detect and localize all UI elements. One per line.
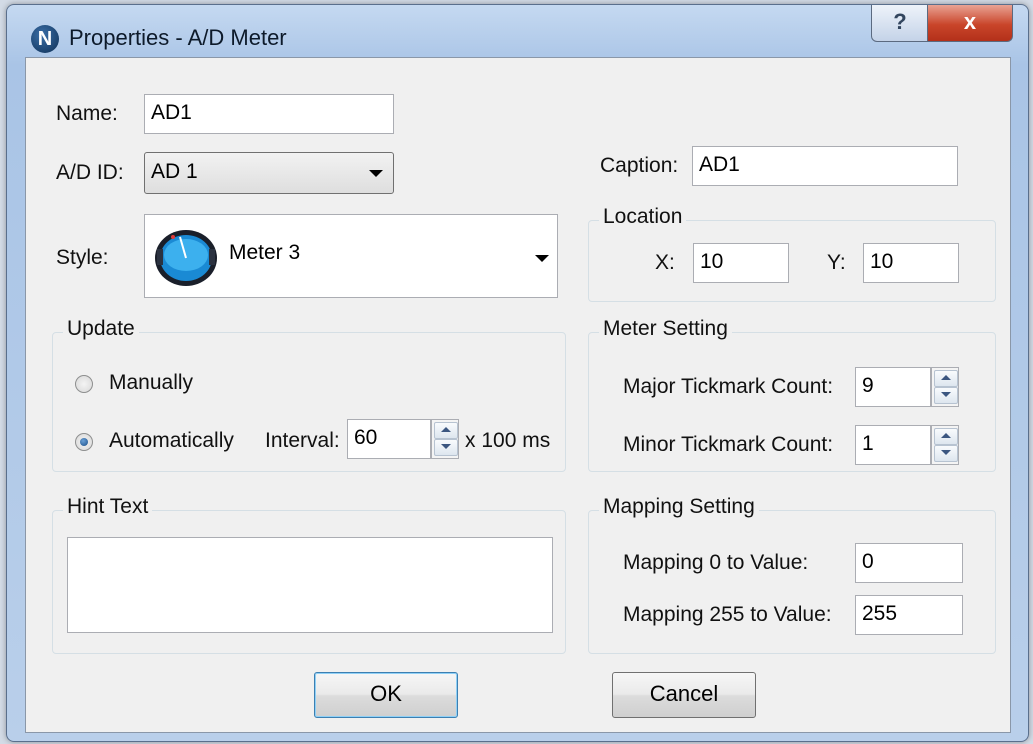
title-bar[interactable]: N Properties - A/D Meter ? x [7,5,1028,57]
update-title: Update [63,317,139,341]
hint-text-input[interactable] [67,537,553,633]
manual-radio[interactable] [75,375,93,393]
app-logo-icon: N [31,25,59,53]
mapping-setting-group: Mapping Setting Mapping 0 to Value: 0 Ma… [588,495,996,654]
spin-down-icon[interactable] [434,439,458,456]
y-label: Y: [827,251,846,274]
major-tickmark-spinner[interactable] [931,367,959,407]
meter-setting-group: Meter Setting Major Tickmark Count: 9 Mi… [588,317,996,472]
y-input[interactable]: 10 [863,243,959,283]
style-dropdown[interactable]: Meter 3 [144,214,558,298]
window-title: Properties - A/D Meter [69,25,287,50]
chevron-down-icon [535,255,549,262]
ad-id-selected: AD 1 [151,160,198,183]
mapping-0-input[interactable]: 0 [855,543,963,583]
interval-spinner[interactable] [431,419,459,459]
caption-input[interactable]: AD1 [692,146,958,186]
interval-input[interactable]: 60 [347,419,431,459]
properties-dialog: N Properties - A/D Meter ? x Name: AD1 A… [6,4,1029,742]
spin-up-icon[interactable] [934,370,958,387]
help-button[interactable]: ? [871,5,929,42]
chevron-down-icon [369,170,383,177]
dialog-body: Name: AD1 A/D ID: AD 1 Caption: AD1 Styl… [25,57,1011,733]
name-label: Name: [56,102,118,125]
spin-down-icon[interactable] [934,387,958,404]
location-group: Location X: 10 Y: 10 [588,205,996,302]
close-button[interactable]: x [927,5,1013,42]
name-input[interactable]: AD1 [144,94,394,134]
cancel-button[interactable]: Cancel [612,672,756,718]
spin-down-icon[interactable] [934,445,958,462]
x-label: X: [655,251,675,274]
mapping-0-label: Mapping 0 to Value: [623,551,809,574]
major-tickmark-label: Major Tickmark Count: [623,375,834,398]
spin-up-icon[interactable] [934,428,958,445]
style-selected: Meter 3 [229,241,301,264]
automatic-label[interactable]: Automatically [109,429,234,453]
minor-tickmark-input[interactable]: 1 [855,425,931,465]
mapping-255-label: Mapping 255 to Value: [623,603,832,626]
spin-up-icon[interactable] [434,422,458,439]
major-tickmark-input[interactable]: 9 [855,367,931,407]
minor-tickmark-spinner[interactable] [931,425,959,465]
interval-label: Interval: [265,429,340,452]
x-input[interactable]: 10 [693,243,789,283]
manual-label[interactable]: Manually [109,371,193,395]
hint-text-group: Hint Text [52,495,566,654]
location-title: Location [599,205,687,229]
meter-gauge-icon [155,230,217,286]
ad-id-dropdown[interactable]: AD 1 [144,152,394,194]
mapping-255-input[interactable]: 255 [855,595,963,635]
meter-setting-title: Meter Setting [599,317,732,341]
ad-id-label: A/D ID: [56,161,124,184]
mapping-setting-title: Mapping Setting [599,495,759,519]
style-label: Style: [56,246,109,269]
update-group: Update Manually Automatically Interval: … [52,317,566,472]
interval-unit: x 100 ms [465,429,551,452]
caption-label: Caption: [600,154,679,177]
hint-text-title: Hint Text [63,495,153,519]
minor-tickmark-label: Minor Tickmark Count: [623,433,834,456]
automatic-radio[interactable] [75,433,93,451]
ok-button[interactable]: OK [314,672,458,718]
